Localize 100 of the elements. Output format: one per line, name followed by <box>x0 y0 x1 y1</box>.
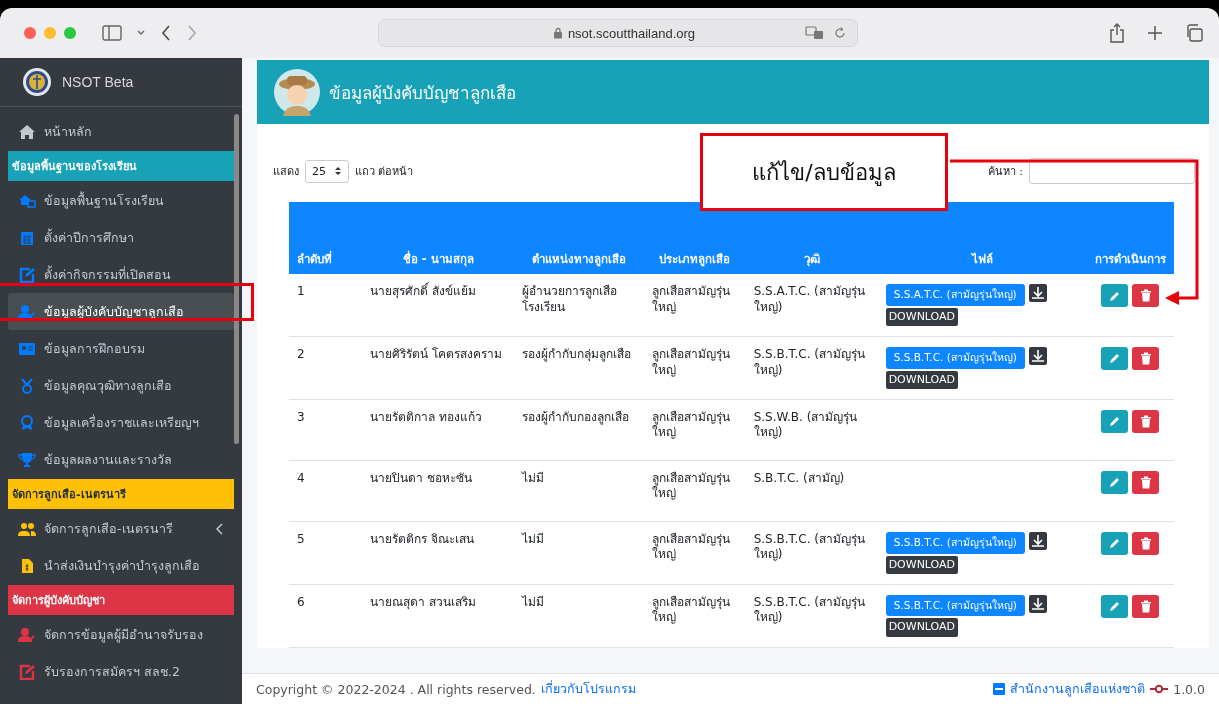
sidebar-item[interactable]: ข้อมูลเครื่องราชและเหรียญฯ <box>8 404 234 441</box>
close-icon[interactable] <box>24 27 36 39</box>
version-text: 1.0.0 <box>1173 681 1205 697</box>
table-cell: นายสุรศักดิ์ สังข์แย้ม <box>362 274 515 337</box>
search-label: ค้นหา : <box>987 164 1023 180</box>
table-cell: 1 <box>289 274 363 337</box>
address-bar[interactable]: nsot.scoutthailand.org <box>378 19 858 47</box>
share-icon[interactable] <box>1109 23 1125 43</box>
download-icon[interactable] <box>1028 531 1047 550</box>
sidebar-item[interactable]: จัดการข้อมูลผู้มีอำนาจรับรอง <box>8 616 234 653</box>
section-header: จัดการลูกเสือ-เนตรนารี <box>8 479 234 509</box>
table-cell: นายรัตติกร จิณะเสน <box>362 521 515 585</box>
scrollbar[interactable] <box>234 114 239 444</box>
edit-button[interactable] <box>1101 409 1129 433</box>
sidebar-item[interactable]: จัดการลูกเสือ-เนตรนารี <box>8 510 234 547</box>
page-title: ข้อมูลผู้บังคับบัญชาลูกเสือ <box>329 81 516 106</box>
table-cell: S.S.B.T.C. (สามัญรุ่นใหญ่) <box>745 336 878 400</box>
table-cell: 3 <box>289 399 363 461</box>
sidebar-item[interactable]: ข้อมูลผู้บังคับบัญชาลูกเสือ <box>8 293 234 330</box>
file-button[interactable]: S.S.B.T.C. (สามัญรุ่นใหญ่) <box>885 594 1025 617</box>
about-link[interactable]: เกี่ยวกับโปรแกรม <box>540 679 636 699</box>
pencil-icon <box>1108 415 1121 428</box>
commit-icon <box>1150 684 1169 694</box>
sidebar-item[interactable]: ตั้งค่าปีการศึกษา <box>8 219 234 256</box>
annotation-callout: แก้ไข/ลบข้อมูล <box>700 133 948 211</box>
trash-icon <box>1139 475 1152 489</box>
table-cell: 6 <box>289 584 363 648</box>
table-cell: ลูกเสือสามัญรุ่นใหญ่ <box>644 521 746 585</box>
table-cell: รองผู้กำกับกองลูกเสือ <box>514 399 645 461</box>
download-icon[interactable] <box>1028 346 1047 365</box>
file-button[interactable]: S.S.A.T.C. (สามัญรุ่นใหญ่) <box>885 284 1025 306</box>
sidebar-item[interactable]: ตั้งค่ากิจกรรมที่เปิดสอน <box>8 256 234 293</box>
trash-icon <box>1139 599 1152 613</box>
column-header: ชื่อ - นามสกุล <box>362 202 515 274</box>
download-icon[interactable] <box>1028 594 1047 613</box>
section-header: จัดการผู้บังคับบัญชา <box>8 585 234 615</box>
table-cell: รองผู้กำกับกลุ่มลูกเสือ <box>514 336 645 400</box>
tabs-icon[interactable] <box>1185 24 1203 42</box>
download-icon[interactable] <box>1028 284 1047 302</box>
column-header: ตำแหน่งทางลูกเสือ <box>514 202 645 274</box>
trash-icon <box>1139 289 1152 302</box>
file-button[interactable]: S.S.B.T.C. (สามัญรุ่นใหญ่) <box>885 531 1025 554</box>
download-button[interactable]: DOWNLOAD <box>885 618 959 637</box>
reload-icon[interactable] <box>833 26 847 40</box>
organization-link[interactable]: สำนักงานลูกเสือแห่งชาติ <box>1010 679 1146 699</box>
url-text: nsot.scoutthailand.org <box>567 25 696 41</box>
download-button[interactable]: DOWNLOAD <box>885 307 959 326</box>
brand-name: NSOT Beta <box>62 74 134 90</box>
pencil-icon <box>1108 352 1121 365</box>
delete-button[interactable] <box>1132 594 1160 618</box>
table-cell: ผู้อำนวยการลูกเสือโรงเรียน <box>514 274 645 337</box>
chevron-down-icon[interactable] <box>136 29 146 37</box>
sidebar-item[interactable]: ข้อมูลผลงานและรางวัล <box>8 441 234 478</box>
table-cell: ไม่มี <box>514 460 645 522</box>
table-cell: 5 <box>289 521 363 585</box>
download-button[interactable]: DOWNLOAD <box>885 555 959 574</box>
table-cell: S.S.B.T.C. (สามัญรุ่นใหญ่) <box>745 584 878 648</box>
edit-button[interactable] <box>1101 470 1129 494</box>
sidebar-item[interactable]: ข้อมูลการฝึกอบรม <box>8 330 234 367</box>
pencil-icon <box>1108 476 1121 489</box>
table-cell: นายรัตติกาล ทองแก้ว <box>362 399 515 461</box>
pencil-icon <box>1108 289 1121 302</box>
column-header: ลำดับที่ <box>289 202 363 274</box>
table-cell: S.S.A.T.C. (สามัญรุ่นใหญ่) <box>745 274 878 337</box>
trash-icon <box>1139 414 1152 428</box>
back-icon[interactable] <box>160 24 172 42</box>
plus-icon[interactable] <box>1147 25 1163 41</box>
table-cell: ลูกเสือสามัญรุ่นใหญ่ <box>644 584 746 648</box>
edit-button[interactable] <box>1101 346 1129 370</box>
sidebar-item[interactable]: รับรองการสมัครฯ สลช.2 <box>8 653 234 690</box>
edit-button[interactable] <box>1101 594 1129 618</box>
edit-button[interactable] <box>1101 284 1129 307</box>
column-header: การดำเนินการ <box>1086 202 1174 274</box>
sidebar-icon[interactable] <box>102 25 122 41</box>
scout-avatar-icon <box>273 68 321 116</box>
table-cell: นายณสุดา สวนเสริม <box>362 584 515 648</box>
sidebar-item[interactable]: ข้อมูลคุณวุฒิทางลูกเสือ <box>8 367 234 404</box>
download-button[interactable]: DOWNLOAD <box>885 370 959 389</box>
delete-button[interactable] <box>1132 531 1160 555</box>
table-cell: ลูกเสือสามัญรุ่นใหญ่ <box>644 336 746 400</box>
edit-button[interactable] <box>1101 531 1129 555</box>
pencil-icon <box>1108 600 1121 613</box>
delete-button[interactable] <box>1132 470 1160 494</box>
file-button[interactable]: S.S.B.T.C. (สามัญรุ่นใหญ่) <box>885 346 1025 369</box>
show-label: แสดง <box>273 164 299 180</box>
table-cell: S.B.T.C. (สามัญ) <box>745 460 878 522</box>
table-cell: S.S.B.T.C. (สามัญรุ่นใหญ่) <box>745 521 878 585</box>
sidebar-item[interactable]: ข้อมูลพื้นฐานโรงเรียน <box>8 182 234 219</box>
page-size-select[interactable]: 25 <box>305 159 349 183</box>
table-cell: ลูกเสือสามัญรุ่นใหญ่ <box>644 274 746 337</box>
delete-button[interactable] <box>1132 409 1160 433</box>
pencil-icon <box>1108 537 1121 550</box>
delete-button[interactable] <box>1132 346 1160 370</box>
sidebar-item[interactable]: หน้าหลัก <box>8 113 234 150</box>
delete-button[interactable] <box>1132 284 1160 307</box>
table-cell: S.S.W.B. (สามัญรุ่นใหญ่) <box>745 399 878 461</box>
sidebar-item[interactable]: นำส่งเงินบำรุงค่าบำรุงลูกเสือ <box>8 547 234 584</box>
table-cell: นายศิริรัตน์ โคตรสงคราม <box>362 336 515 400</box>
table-cell: 4 <box>289 460 363 522</box>
translate-icon[interactable] <box>805 26 825 40</box>
